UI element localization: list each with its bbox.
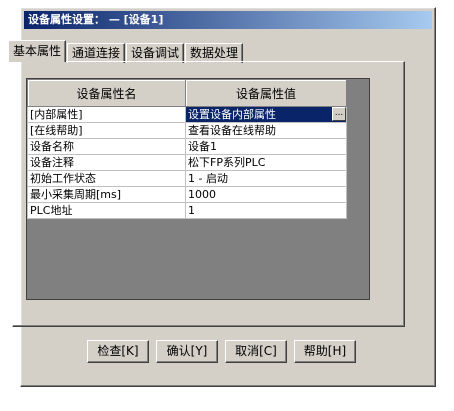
table-row[interactable]: [在线帮助] 查看设备在线帮助 <box>27 122 347 139</box>
table-row[interactable]: 最小采集周期[ms] 1000 <box>27 186 347 203</box>
property-name: [在线帮助] <box>27 122 186 139</box>
property-value: 设置设备内部属性 <box>188 108 276 121</box>
table-row[interactable]: 设备名称 设备1 <box>27 138 347 155</box>
window-title: 设备属性设置： — [设备1] <box>24 11 432 29</box>
tab-device-debug[interactable]: 设备调试 <box>126 43 185 63</box>
table-row[interactable]: [内部属性] 设置设备内部属性... <box>27 106 347 123</box>
property-name: 初始工作状态 <box>27 170 186 187</box>
property-value[interactable]: 查看设备在线帮助 <box>185 122 347 139</box>
property-name: PLC地址 <box>27 202 186 219</box>
property-grid[interactable]: 设备属性名 设备属性值 [内部属性] 设置设备内部属性... [在线帮助] 查看… <box>26 78 370 300</box>
property-value[interactable]: 1 <box>185 202 347 219</box>
property-table: 设备属性名 设备属性值 [内部属性] 设置设备内部属性... [在线帮助] 查看… <box>27 79 347 219</box>
property-value-cell[interactable]: 设置设备内部属性... <box>185 106 347 123</box>
help-button[interactable]: 帮助[H] <box>294 340 356 363</box>
tab-channel-connection[interactable]: 通道连接 <box>67 43 126 63</box>
column-header-value[interactable]: 设备属性值 <box>185 79 347 107</box>
property-value[interactable]: 1000 <box>185 186 347 203</box>
check-button[interactable]: 检查[K] <box>87 340 149 363</box>
grid-header-row: 设备属性名 设备属性值 <box>27 79 347 107</box>
table-row[interactable]: 设备注释 松下FP系列PLC <box>27 154 347 171</box>
property-name: 设备名称 <box>27 138 186 155</box>
cancel-button[interactable]: 取消[C] <box>225 340 287 363</box>
browse-button[interactable]: ... <box>332 107 346 121</box>
property-value[interactable]: 设备1 <box>185 138 347 155</box>
button-bar: 检查[K] 确认[Y] 取消[C] 帮助[H] <box>87 340 356 363</box>
table-row[interactable]: PLC地址 1 <box>27 202 347 219</box>
table-row[interactable]: 初始工作状态 1 - 启动 <box>27 170 347 187</box>
tab-data-processing[interactable]: 数据处理 <box>185 43 244 63</box>
property-name: [内部属性] <box>27 106 186 123</box>
tab-basic-properties[interactable]: 基本属性 <box>8 40 67 62</box>
property-name: 设备注释 <box>27 154 186 171</box>
ok-button[interactable]: 确认[Y] <box>156 340 218 363</box>
property-value[interactable]: 1 - 启动 <box>185 170 347 187</box>
tab-strip: 基本属性 通道连接 设备调试 数据处理 <box>8 40 244 63</box>
property-value[interactable]: 松下FP系列PLC <box>185 154 347 171</box>
property-name: 最小采集周期[ms] <box>27 186 186 203</box>
column-header-name[interactable]: 设备属性名 <box>27 79 186 107</box>
